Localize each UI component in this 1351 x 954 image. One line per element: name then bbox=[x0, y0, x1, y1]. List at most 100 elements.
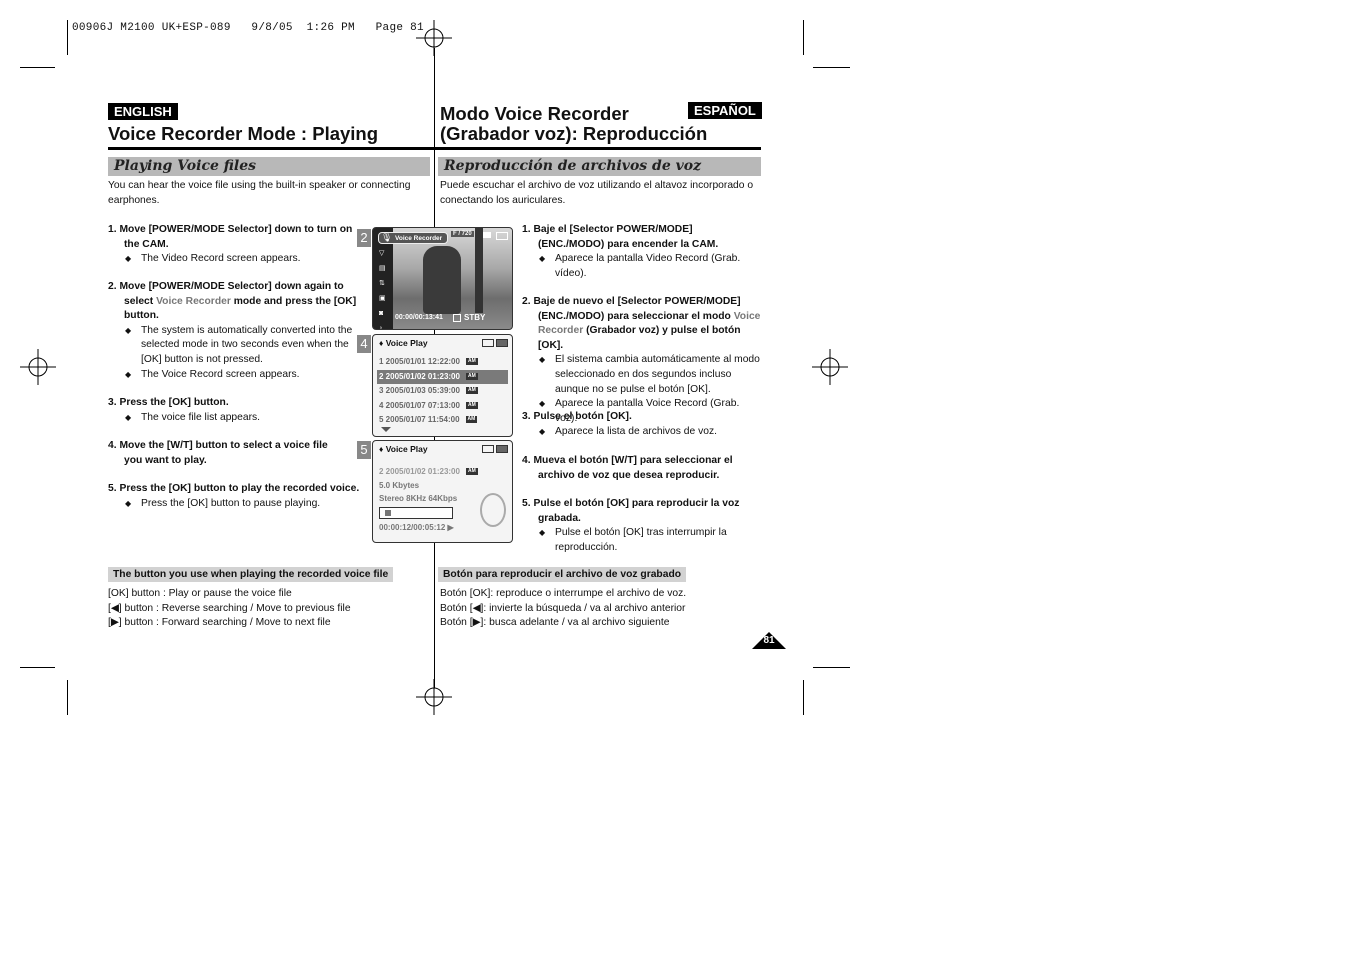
note-lines: [OK] button : Play or pause the voice fi… bbox=[108, 588, 351, 629]
registration-mark-icon bbox=[812, 349, 848, 385]
file-size: 5.0 Kbytes bbox=[379, 481, 420, 490]
microphone-icon: ♦ bbox=[379, 444, 384, 454]
file-list-row[interactable]: 1 2005/01/01 12:22:00 AM bbox=[377, 355, 508, 369]
am-badge-icon: AM bbox=[465, 401, 478, 409]
page-number: 81 bbox=[763, 635, 775, 646]
step-heading: 3. Pulse el botón [OK]. bbox=[522, 411, 632, 422]
registration-mark-icon bbox=[416, 679, 452, 715]
step-bullet: The system is automatically converted in… bbox=[108, 324, 364, 368]
step-bullet: Aparece la lista de archivos de voz. bbox=[522, 425, 762, 440]
quality-indicator: F / 720 bbox=[451, 231, 474, 237]
scroll-down-icon[interactable] bbox=[381, 427, 391, 432]
section-heading: Reproducción de archivos de voz bbox=[438, 157, 761, 176]
step-2: 2. Move [POWER/MODE Selector] down again… bbox=[108, 280, 364, 382]
crop-mark bbox=[803, 680, 804, 715]
page-title-line1: Modo Voice Recorder bbox=[440, 103, 629, 124]
screen-title: ♦ Voice Play bbox=[379, 444, 428, 454]
crop-mark bbox=[67, 680, 68, 715]
step-heading: 5. Pulse el botón [OK] para reproducir l… bbox=[522, 498, 740, 524]
step-heading: 5. Press the [OK] button to play the rec… bbox=[108, 483, 360, 494]
step-heading: 2. Baje de nuevo el [Selector POWER/MODE… bbox=[522, 296, 761, 351]
battery-icon bbox=[496, 445, 508, 453]
crop-mark bbox=[813, 67, 850, 68]
step-1: 1. Baje el [Selector POWER/MODE] (ENC./M… bbox=[522, 223, 742, 281]
am-badge-icon: AM bbox=[465, 372, 478, 380]
crop-mark bbox=[67, 20, 68, 55]
step-bullet: The Voice Record screen appears. bbox=[108, 368, 364, 383]
audio-format: Stereo 8KHz 64Kbps bbox=[379, 494, 458, 503]
note-heading: Botón para reproducir el archivo de voz … bbox=[438, 567, 687, 582]
step-bullet: Press the [OK] button to pause playing. bbox=[108, 497, 373, 512]
mode-icons: ▽ ▤ ⇅ ▣ ◙ ♪ bbox=[379, 250, 386, 330]
screen-voice-recorder: Voice Recorder 🎙 F / 720 ▽ ▤ ⇅ ▣ ◙ ♪ 00:00/00… bbox=[372, 227, 513, 330]
note-heading: The button you use when playing the reco… bbox=[108, 567, 394, 582]
step-5: 5. Pulse el botón [OK] para reproducir l… bbox=[522, 497, 752, 555]
manual-page: 00906J M2100 UK+ESP-089 9/8/05 1:26 PM P… bbox=[0, 0, 1351, 954]
step-3: 3. Pulse el botón [OK]. Aparece la lista… bbox=[522, 410, 762, 439]
tape-icon bbox=[483, 232, 491, 238]
step-1: 1. Move [POWER/MODE Selector] down to tu… bbox=[108, 223, 358, 267]
file-list-row[interactable]: 4 2005/01/07 07:13:00 AM bbox=[377, 399, 508, 413]
am-badge-icon: AM bbox=[465, 416, 478, 424]
screen-number: 4 bbox=[357, 335, 371, 353]
battery-icon bbox=[496, 232, 508, 240]
section-heading: Playing Voice files bbox=[108, 157, 430, 176]
step-heading: 4. Mueva el botón [W/T] para seleccionar… bbox=[522, 455, 733, 481]
language-badge-spanish: ESPAÑOL bbox=[688, 102, 762, 119]
step-5: 5. Press the [OK] button to play the rec… bbox=[108, 482, 373, 511]
intro-text: Puede escuchar el archivo de voz utiliza… bbox=[440, 180, 754, 206]
screen-voice-play-list: ♦ Voice Play 1 2005/01/01 12:22:00 AM 2 20… bbox=[372, 334, 513, 437]
am-badge-icon: AM bbox=[465, 387, 478, 395]
tree-trunk bbox=[475, 228, 483, 313]
record-status-icon bbox=[453, 314, 461, 322]
file-list-row-label: 1 2005/01/01 12:22:00 bbox=[379, 357, 460, 366]
am-badge-icon: AM bbox=[465, 358, 478, 366]
crop-mark bbox=[20, 667, 55, 668]
playback-progress-bar[interactable] bbox=[379, 507, 453, 519]
card-icon bbox=[482, 445, 494, 453]
step-bullet: The Video Record screen appears. bbox=[108, 252, 358, 267]
step-heading: 1. Move [POWER/MODE Selector] down to tu… bbox=[108, 224, 353, 250]
step-bullet: Aparece la pantalla Video Record (Grab. … bbox=[522, 252, 742, 281]
file-list-row-label: 3 2005/01/03 05:39:00 bbox=[379, 386, 460, 395]
note-lines: Botón [OK]: reproduce o interrumpe el ar… bbox=[440, 588, 687, 629]
step-bullet: Pulse el botón [OK] tras interrumpir la … bbox=[522, 526, 752, 555]
crop-mark bbox=[803, 20, 804, 55]
title-rule bbox=[434, 147, 761, 150]
file-list-row[interactable]: 3 2005/01/03 05:39:00 AM bbox=[377, 384, 508, 398]
battery-icon bbox=[496, 339, 508, 347]
step-bullet: El sistema cambia automáticamente al mod… bbox=[522, 353, 764, 397]
crop-mark bbox=[20, 67, 55, 68]
step-heading: 2. Move [POWER/MODE Selector] down again… bbox=[108, 281, 357, 322]
step-4: 4. Move the [W/T] button to select a voi… bbox=[108, 439, 348, 468]
step-heading: 4. Move the [W/T] button to select a voi… bbox=[108, 440, 328, 466]
child-figure bbox=[423, 246, 461, 314]
step-2: 2. Baje de nuevo el [Selector POWER/MODE… bbox=[522, 295, 764, 426]
step-bullet: The voice file list appears. bbox=[108, 411, 358, 426]
standby-status: STBY bbox=[464, 313, 486, 322]
page-title: Voice Recorder Mode : Playing bbox=[108, 123, 379, 144]
screen-number: 5 bbox=[357, 441, 371, 459]
time-counter: 00:00/00:13:41 bbox=[395, 314, 443, 321]
step-heading: 3. Press the [OK] button. bbox=[108, 397, 229, 408]
intro-text: You can hear the voice file using the bu… bbox=[108, 180, 411, 206]
progress-indicator bbox=[384, 510, 391, 516]
microphone-icon: ♦ bbox=[379, 338, 384, 348]
file-list-row-label: 5 2005/01/07 11:54:00 bbox=[379, 415, 460, 424]
screen-voice-play: ♦ Voice Play 2 2005/01/02 01:23:00 AM 5.0… bbox=[372, 440, 513, 543]
file-list-row[interactable]: 5 2005/01/07 11:54:00 AM bbox=[377, 413, 508, 427]
playback-time: 00:00:12/00:05:12 ▶ bbox=[379, 523, 454, 532]
file-list-row[interactable]: 2 2005/01/02 01:23:00 AM bbox=[377, 369, 508, 384]
screen-number: 2 bbox=[357, 229, 371, 247]
step-3: 3. Press the [OK] button. The voice file… bbox=[108, 396, 358, 425]
crop-mark bbox=[813, 667, 850, 668]
registration-mark-icon bbox=[20, 349, 56, 385]
step-4: 4. Mueva el botón [W/T] para seleccionar… bbox=[522, 454, 752, 483]
file-list-row-label: 4 2005/01/07 07:13:00 bbox=[379, 400, 460, 410]
title-rule bbox=[108, 147, 434, 150]
speaker-icon bbox=[480, 493, 506, 527]
screen-title: ♦ Voice Play bbox=[379, 338, 428, 348]
language-badge-english: ENGLISH bbox=[108, 103, 178, 120]
step-heading: 1. Baje el [Selector POWER/MODE] (ENC./M… bbox=[522, 224, 719, 250]
print-slug: 00906J M2100 UK+ESP-089 9/8/05 1:26 PM P… bbox=[72, 22, 424, 34]
